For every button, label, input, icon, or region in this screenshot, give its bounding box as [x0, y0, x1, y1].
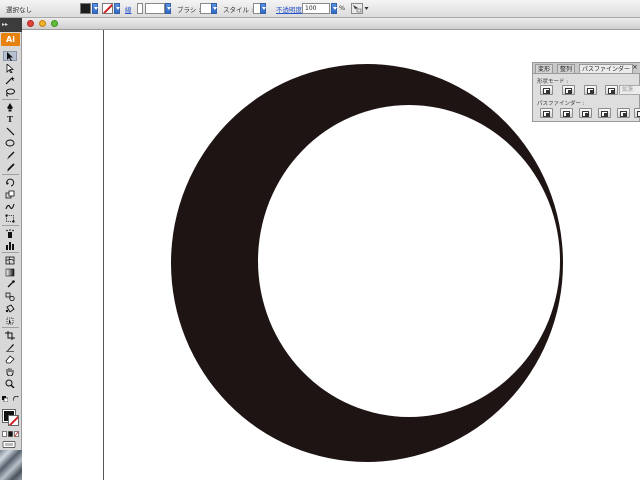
- tools-panel: ▸▸ Ai T: [0, 18, 22, 480]
- tab-transform[interactable]: 変形: [535, 64, 554, 73]
- minimize-window-button[interactable]: [39, 20, 46, 27]
- fill-dropdown-arrow[interactable]: [92, 3, 98, 14]
- ellipse-tool-icon[interactable]: [3, 138, 17, 148]
- stroke-dropdown-arrow[interactable]: [114, 3, 120, 14]
- opacity-unit: %: [339, 4, 346, 12]
- pen-tool-icon[interactable]: [3, 102, 17, 112]
- pencil-tool-icon[interactable]: [3, 162, 17, 172]
- stroke-color-swatch[interactable]: [102, 3, 113, 14]
- stroke-weight-stepper[interactable]: [137, 3, 143, 14]
- intersect-button[interactable]: [584, 85, 597, 95]
- column-graph-tool-icon[interactable]: [3, 240, 17, 250]
- stroke-weight-field[interactable]: [145, 3, 165, 14]
- panel-close-icon[interactable]: ×: [632, 63, 638, 71]
- illustrator-logo: Ai: [1, 33, 20, 46]
- selection-options-icon[interactable]: [351, 3, 363, 14]
- eraser-tool-icon[interactable]: [3, 354, 17, 364]
- divide-button[interactable]: [540, 108, 553, 118]
- background-image-strip: [0, 450, 22, 480]
- crop-button[interactable]: [598, 108, 611, 118]
- tools-divider: [2, 174, 19, 175]
- pathfinder-panel: 変形 整列 パスファインダー × 形状モード : 拡張 パスファインダー :: [532, 62, 640, 122]
- line-segment-tool-icon[interactable]: [3, 126, 17, 136]
- scale-tool-icon[interactable]: [3, 189, 17, 199]
- control-bar: 選択なし 線 ブラシ : スタイル : 不透明度 : 100 %: [0, 0, 640, 18]
- type-tool-icon[interactable]: T: [3, 114, 17, 124]
- zoom-window-button[interactable]: [51, 20, 58, 27]
- live-paint-selection-tool-icon[interactable]: [3, 315, 17, 325]
- symbol-sprayer-tool-icon[interactable]: [3, 228, 17, 238]
- selection-options-arrow[interactable]: [364, 3, 369, 14]
- hand-tool-icon[interactable]: [3, 366, 17, 376]
- stroke-weight-dropdown[interactable]: [165, 3, 171, 14]
- exclude-button[interactable]: [605, 85, 618, 95]
- rotate-tool-icon[interactable]: [3, 177, 17, 187]
- tools-divider: [2, 99, 19, 100]
- default-fill-stroke-icon[interactable]: [2, 394, 8, 404]
- outline-button[interactable]: [617, 108, 630, 118]
- minus-front-button[interactable]: [562, 85, 575, 95]
- fill-stroke-widget[interactable]: [2, 409, 19, 426]
- warp-tool-icon[interactable]: [3, 201, 17, 211]
- stroke-label[interactable]: 線: [125, 4, 132, 14]
- live-paint-bucket-tool-icon[interactable]: [3, 303, 17, 313]
- blend-tool-icon[interactable]: [3, 291, 17, 301]
- tab-align[interactable]: 整列: [557, 64, 576, 73]
- fill-color-swatch[interactable]: [80, 3, 91, 14]
- tools-panel-header[interactable]: ▸▸: [0, 18, 22, 32]
- tools-divider: [2, 225, 19, 226]
- selection-tool-icon[interactable]: [3, 51, 17, 61]
- minus-back-button[interactable]: [634, 108, 640, 118]
- tab-pathfinder[interactable]: パスファインダー: [579, 64, 634, 73]
- merge-button[interactable]: [579, 108, 592, 118]
- swap-fill-stroke-icon[interactable]: [13, 394, 19, 404]
- unite-button[interactable]: [540, 85, 553, 95]
- screen-mode-icon[interactable]: [2, 439, 18, 449]
- crop-area-tool-icon[interactable]: [3, 330, 17, 340]
- pathfinders-label: パスファインダー :: [537, 101, 585, 107]
- gradient-tool-icon[interactable]: [3, 267, 17, 277]
- tools-divider: [2, 327, 19, 328]
- stroke-color-box[interactable]: [8, 415, 19, 426]
- opacity-field[interactable]: 100: [302, 3, 330, 14]
- opacity-dropdown[interactable]: [331, 3, 337, 14]
- style-label: スタイル :: [223, 6, 254, 14]
- tools-divider: [2, 252, 19, 253]
- lasso-tool-icon[interactable]: [3, 87, 17, 97]
- color-mode-buttons[interactable]: [2, 429, 19, 439]
- shape-modes-label: 形状モード :: [537, 79, 569, 85]
- expand-button[interactable]: 拡張: [619, 85, 640, 95]
- eyedropper-tool-icon[interactable]: [3, 279, 17, 289]
- free-transform-tool-icon[interactable]: [3, 213, 17, 223]
- slice-tool-icon[interactable]: [3, 342, 17, 352]
- panel-tab-bar: 変形 整列 パスファインダー ×: [533, 63, 640, 74]
- trim-button[interactable]: [560, 108, 573, 118]
- mesh-tool-icon[interactable]: [3, 255, 17, 265]
- selection-status: 選択なし: [6, 6, 32, 14]
- magic-wand-tool-icon[interactable]: [3, 75, 17, 85]
- style-dropdown[interactable]: [260, 3, 266, 14]
- direct-selection-tool-icon[interactable]: [3, 63, 17, 73]
- brush-label: ブラシ :: [177, 6, 201, 14]
- document-titlebar[interactable]: [22, 18, 640, 30]
- paintbrush-tool-icon[interactable]: [3, 150, 17, 160]
- close-window-button[interactable]: [27, 20, 34, 27]
- brush-dropdown[interactable]: [211, 3, 217, 14]
- zoom-tool-icon[interactable]: [3, 378, 17, 388]
